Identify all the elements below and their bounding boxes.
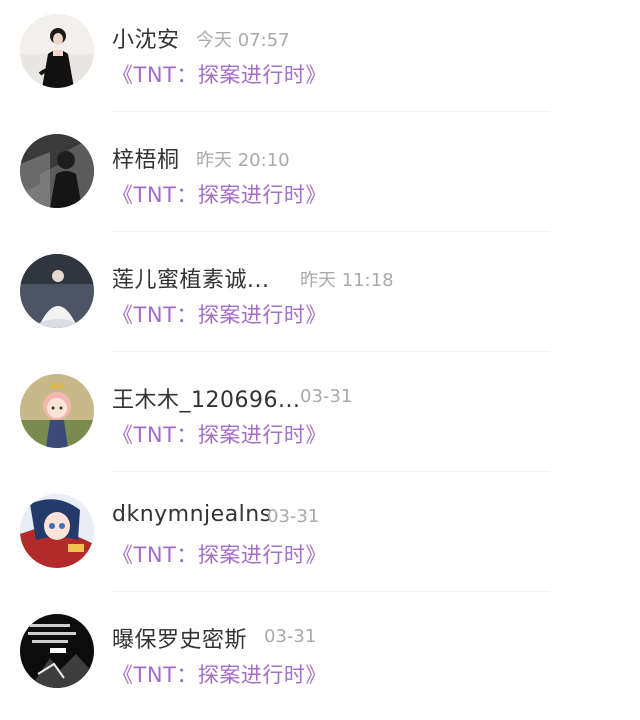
avatar-image <box>20 134 94 208</box>
row-divider <box>112 231 550 232</box>
message-time: 昨天 11:18 <box>300 270 394 291</box>
sender-name: 王木木_120696... <box>112 388 301 413</box>
dark-staircase-avatar[interactable] <box>20 134 94 208</box>
row-divider <box>112 471 550 472</box>
avatar-image <box>20 494 94 568</box>
avatar-image <box>20 14 94 88</box>
message-time: 03-31 <box>267 506 320 527</box>
message-row[interactable]: 莲儿蜜植素诚... 昨天 11:18 《TNT：探案进行时》 <box>0 240 640 360</box>
message-row[interactable]: 王木木_120696... 03-31 《TNT：探案进行时》 <box>0 360 640 480</box>
sender-name: 小沈安 <box>112 28 180 53</box>
woman-black-dress-avatar[interactable] <box>20 14 94 88</box>
white-dress-avatar[interactable] <box>20 254 94 328</box>
sender-name: 莲儿蜜植素诚... <box>112 268 270 293</box>
avatar-image <box>20 374 94 448</box>
avatar-image <box>20 254 94 328</box>
row-divider <box>112 591 550 592</box>
message-row[interactable]: 小沈安 今天 07:57 《TNT：探案进行时》 <box>0 0 640 120</box>
message-subtitle: 《TNT：探案进行时》 <box>112 303 327 327</box>
sender-name: dknymnjealns <box>112 502 272 527</box>
message-subtitle: 《TNT：探案进行时》 <box>112 543 327 567</box>
sender-name: 曝保罗史密斯 <box>112 628 248 653</box>
anime-character-avatar[interactable] <box>20 494 94 568</box>
message-subtitle: 《TNT：探案进行时》 <box>112 423 327 447</box>
row-divider <box>112 351 550 352</box>
row-divider <box>112 111 550 112</box>
message-subtitle: 《TNT：探案进行时》 <box>112 663 327 687</box>
avatar-image <box>20 614 94 688</box>
message-row[interactable]: dknymnjealns 03-31 《TNT：探案进行时》 <box>0 480 640 600</box>
message-subtitle: 《TNT：探案进行时》 <box>112 63 327 87</box>
message-time: 今天 07:57 <box>196 30 290 51</box>
message-time: 03-31 <box>264 626 317 647</box>
sender-name: 梓梧桐 <box>112 148 180 173</box>
message-subtitle: 《TNT：探案进行时》 <box>112 183 327 207</box>
message-time: 昨天 20:10 <box>196 150 290 171</box>
anime-girl-crown-avatar[interactable] <box>20 374 94 448</box>
black-white-graphic-avatar[interactable] <box>20 614 94 688</box>
message-row[interactable]: 梓梧桐 昨天 20:10 《TNT：探案进行时》 <box>0 120 640 240</box>
message-row[interactable]: 曝保罗史密斯 03-31 《TNT：探案进行时》 <box>0 600 640 720</box>
message-time: 03-31 <box>300 386 353 407</box>
